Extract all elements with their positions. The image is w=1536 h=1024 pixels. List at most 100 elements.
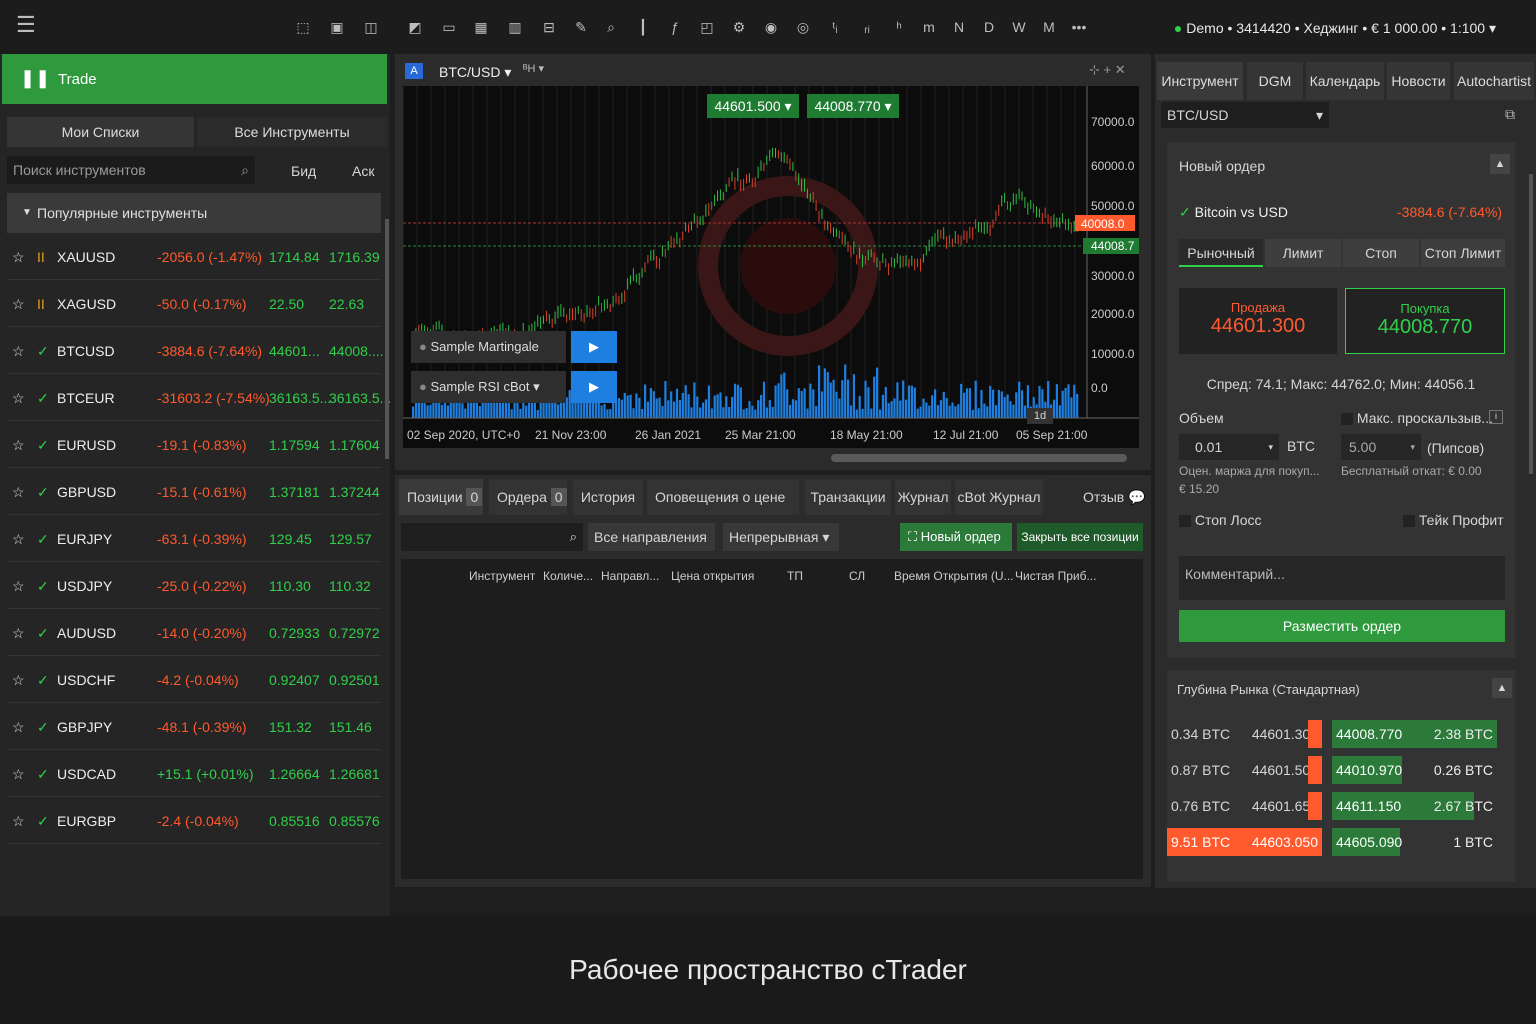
star-icon[interactable]: ☆ [12,719,25,736]
chart-icon[interactable]: ◩ [406,18,424,36]
more-icon[interactable]: ••• [1070,18,1088,36]
play-icon[interactable]: ▶ [571,371,617,403]
table-row[interactable]: ☆ ✓ BTCUSD -3884.6 (-7.64%) 44601... 440… [7,328,384,374]
info-icon[interactable]: i [1489,410,1503,424]
table-row[interactable]: ☆ ✓ AUDUSD -14.0 (-0.20%) 0.72933 0.7297… [7,610,381,656]
play-icon[interactable]: ▶ [571,331,617,363]
buy-button[interactable]: Покупка 44008.770 [1345,288,1505,354]
column-header[interactable]: Направл... [601,569,659,583]
collapse-up-icon[interactable]: ▲ [1492,678,1512,698]
trade-button[interactable]: ❚❚ Trade [2,54,387,104]
multi-chart-icon[interactable]: ▥ [506,18,524,36]
table-row[interactable]: ☆ ✓ EURUSD -19.1 (-0.83%) 1.17594 1.1760… [7,422,381,468]
timeframe-d-icon[interactable]: D [980,18,998,36]
depth-ask-row[interactable]: 44008.770 2.38 BTC [1332,720,1497,748]
star-icon[interactable]: ☆ [12,531,25,548]
depth-ask-row[interactable]: 44010.970 0.26 BTC [1332,756,1497,784]
star-icon[interactable]: ☆ [12,484,25,501]
max-slippage[interactable]: Макс. проскальзыв... [1341,410,1493,426]
column-header[interactable]: Время Открытия (U... [894,569,1014,583]
star-icon[interactable]: ☆ [12,672,25,689]
window-icon[interactable]: ▣ [328,18,346,36]
buy-price-box[interactable]: 44008.770 ▾ [807,94,899,118]
star-icon[interactable]: ☆ [12,343,25,360]
sell-price-box[interactable]: 44601.500 ▾ [707,94,799,118]
horizontal-scrollbar[interactable] [403,452,1139,464]
col-ask[interactable]: Аск [352,163,374,179]
timeframe-r-icon[interactable]: ᵣᵢ [858,18,876,36]
column-header[interactable]: Цена открытия [671,569,754,583]
comment-input[interactable]: Комментарий... [1179,556,1505,600]
close-all-button[interactable]: Закрыть все позиции [1017,523,1143,551]
grid-icon[interactable]: ▦ [472,18,490,36]
depth-bid-row[interactable]: 9.51 BTC 44603.050 [1167,828,1322,856]
tab-autochartist[interactable]: Autochartist [1454,62,1534,100]
depth-bid-row[interactable]: 0.76 BTC 44601.650 [1167,792,1322,820]
tab-news[interactable]: Новости [1387,62,1450,100]
indicator-icon[interactable]: ƒ [666,18,684,36]
column-header[interactable]: ТП [787,569,803,583]
table-row[interactable]: ☆ ✓ USDJPY -25.0 (-0.22%) 110.30 110.32 [7,563,381,609]
account-info[interactable]: ● Demo • 3414420 • Хеджинг • € 1 000.00 … [1174,20,1496,37]
depth-ask-row[interactable]: 44605.090 1 BTC [1332,828,1497,856]
table-row[interactable]: ☆ ✓ BTCEUR -31603.2 (-7.54%) 36163.5... … [7,375,391,421]
timeframe-mo-icon[interactable]: M [1040,18,1058,36]
depth-bid-row[interactable]: 0.87 BTC 44601.500 [1167,756,1322,784]
order-type-stop-limit[interactable]: Стоп Лимит [1421,239,1505,267]
chart-window-icons[interactable]: ⊹ + ✕ [1089,62,1126,78]
cbot-rsi[interactable]: ● Sample RSI cBot ▾ [411,371,566,403]
timeframe-icon[interactable]: ᴮH ▾ [523,62,544,75]
chart-canvas[interactable]: 70000.0 60000.0 50000.0 40008.0 44008.7 30000… [402,86,1139,448]
column-header[interactable]: Чистая Приб... [1015,569,1096,583]
depth-bid-row[interactable]: 0.34 BTC 44601.300 [1167,720,1322,748]
popular-group[interactable]: ▼ Популярные инструменты [7,193,381,233]
tab-all-instruments[interactable]: Все Инструменты [197,117,387,147]
column-header[interactable]: Инструмент [469,569,535,583]
mode-select[interactable]: Непрерывная ▾ [723,523,839,551]
direction-select[interactable]: Все направления ▾ [588,523,715,573]
tab-cbot-journal[interactable]: cBot Журнал [955,479,1043,515]
place-order-button[interactable]: Разместить ордер [1179,610,1505,642]
slippage-input[interactable]: 5.00 ▾ [1341,434,1421,460]
tab-calendar[interactable]: Календарь [1306,62,1384,100]
popout-icon[interactable]: ⧉ [1505,106,1515,123]
sell-button[interactable]: Продажа 44601.300 [1179,288,1337,354]
star-icon[interactable]: ☆ [12,766,25,783]
tab-dgm[interactable]: DGM [1247,62,1303,100]
timeframe-badge[interactable]: 1d [1027,408,1053,424]
timeframe-h-icon[interactable]: ʰ [890,18,908,36]
volume-input[interactable]: 0.01 ▾ [1179,434,1279,460]
star-icon[interactable]: ☆ [12,390,25,407]
table-row[interactable]: ☆ ✓ EURGBP -2.4 (-0.04%) 0.85516 0.85576 [7,798,381,844]
new-order-button[interactable]: ⛶ Новый ордер [900,523,1012,551]
menu-icon[interactable]: ☰ [16,14,36,36]
timeframe-n-icon[interactable]: N [950,18,968,36]
settings-icon[interactable]: ⚙ [730,18,748,36]
table-row[interactable]: ☆ ✓ GBPJPY -48.1 (-0.39%) 151.32 151.46 [7,704,381,750]
candles-icon[interactable]: ┃ [634,18,652,36]
take-profit-toggle[interactable]: Тейк Профит [1403,512,1504,528]
table-row[interactable]: ☆ ✓ USDCAD +15.1 (+0.01%) 1.26664 1.2668… [7,751,381,797]
star-icon[interactable]: ☆ [12,625,25,642]
table-row[interactable]: ☆ ✓ EURJPY -63.1 (-0.39%) 129.45 129.57 [7,516,381,562]
tab-my-lists[interactable]: Мои Списки [7,117,194,147]
star-icon[interactable]: ☆ [12,249,25,266]
order-type-limit[interactable]: Лимит [1265,239,1341,267]
order-type-stop[interactable]: Стоп [1343,239,1419,267]
instrument-select[interactable]: BTC/USD ▾ [1161,102,1329,128]
zoom-icon[interactable]: ⌕ [602,18,620,36]
positions-search-input[interactable]: ⌕ [401,523,583,551]
scrollbar[interactable] [1529,174,1533,474]
order-type-market[interactable]: Рыночный [1179,239,1263,267]
timeframe-t-icon[interactable]: ᵗᵢ [826,18,844,36]
scroll-thumb[interactable] [831,454,1127,462]
template-icon[interactable]: ⊟ [540,18,558,36]
layout-icon[interactable]: ⬚ [294,18,312,36]
feedback-button[interactable]: Отзыв 💬 [1083,489,1146,506]
star-icon[interactable]: ☆ [12,578,25,595]
table-row[interactable]: ☆ ✓ USDCHF -4.2 (-0.04%) 0.92407 0.92501 [7,657,381,703]
search-input[interactable]: Поиск инструментов ⌕ [7,156,255,184]
collapse-up-icon[interactable]: ▲ [1490,154,1510,174]
column-header[interactable]: Количе... [543,569,593,583]
star-icon[interactable]: ☆ [12,813,25,830]
